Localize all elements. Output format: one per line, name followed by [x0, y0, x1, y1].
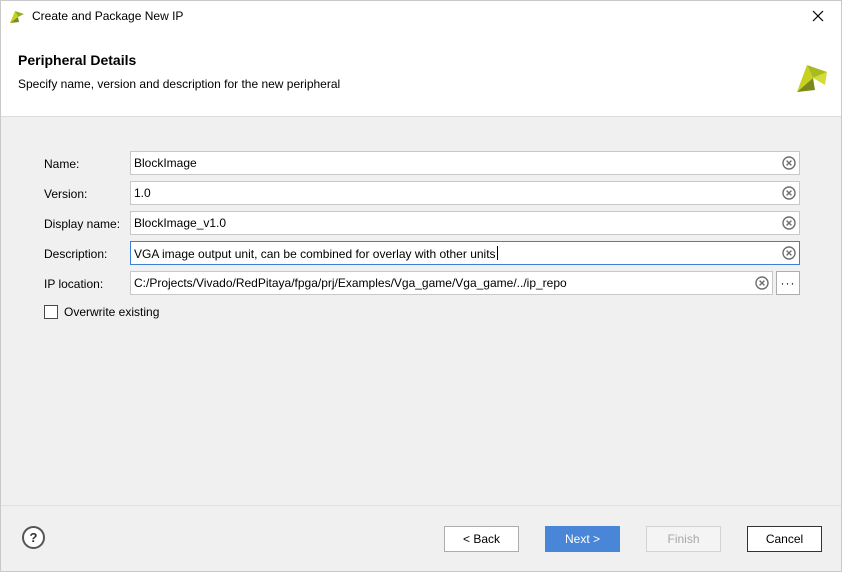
ip-location-field[interactable]: C:/Projects/Vivado/RedPitaya/fpga/prj/Ex… [130, 271, 773, 295]
clear-icon[interactable] [782, 156, 796, 170]
help-button[interactable]: ? [22, 526, 45, 549]
wizard-footer: ? < Back Next > Finish Cancel [1, 505, 841, 571]
clear-icon[interactable] [782, 246, 796, 260]
name-field[interactable]: BlockImage [130, 151, 800, 175]
display-name-label: Display name: [44, 217, 121, 231]
description-label: Description: [44, 247, 108, 261]
overwrite-row: Overwrite existing [44, 305, 159, 319]
help-icon: ? [29, 530, 38, 545]
clear-icon[interactable] [782, 186, 796, 200]
clear-icon[interactable] [782, 216, 796, 230]
form-area: Name: BlockImage Version: 1.0 Display na… [1, 118, 841, 505]
overwrite-checkbox[interactable] [44, 305, 58, 319]
description-field[interactable]: VGA image output unit, can be combined f… [130, 241, 800, 265]
version-label: Version: [44, 187, 88, 201]
title-bar: Create and Package New IP [1, 1, 841, 31]
text-caret [496, 246, 498, 260]
overwrite-label[interactable]: Overwrite existing [64, 305, 159, 319]
dialog-window: Create and Package New IP Peripheral Det… [0, 0, 842, 572]
version-value: 1.0 [134, 186, 151, 200]
back-button[interactable]: < Back [444, 526, 519, 552]
next-button[interactable]: Next > [545, 526, 620, 552]
wizard-header: Peripheral Details Specify name, version… [1, 31, 841, 117]
version-field[interactable]: 1.0 [130, 181, 800, 205]
vivado-logo-icon [797, 65, 827, 92]
ip-location-label: IP location: [44, 277, 104, 291]
name-label: Name: [44, 157, 80, 171]
display-name-value: BlockImage_v1.0 [134, 216, 227, 230]
window-title: Create and Package New IP [32, 9, 184, 23]
description-value: VGA image output unit, can be combined f… [134, 246, 498, 261]
close-button[interactable] [795, 1, 841, 31]
browse-button[interactable]: ··· [776, 271, 800, 295]
page-title: Peripheral Details [18, 52, 137, 68]
name-value: BlockImage [134, 156, 197, 170]
page-subtitle: Specify name, version and description fo… [18, 77, 341, 91]
cancel-button[interactable]: Cancel [747, 526, 822, 552]
clear-icon[interactable] [755, 276, 769, 290]
display-name-field[interactable]: BlockImage_v1.0 [130, 211, 800, 235]
vivado-logo-icon [10, 11, 24, 23]
ip-location-value: C:/Projects/Vivado/RedPitaya/fpga/prj/Ex… [134, 276, 567, 290]
finish-button[interactable]: Finish [646, 526, 721, 552]
close-icon [812, 10, 824, 22]
